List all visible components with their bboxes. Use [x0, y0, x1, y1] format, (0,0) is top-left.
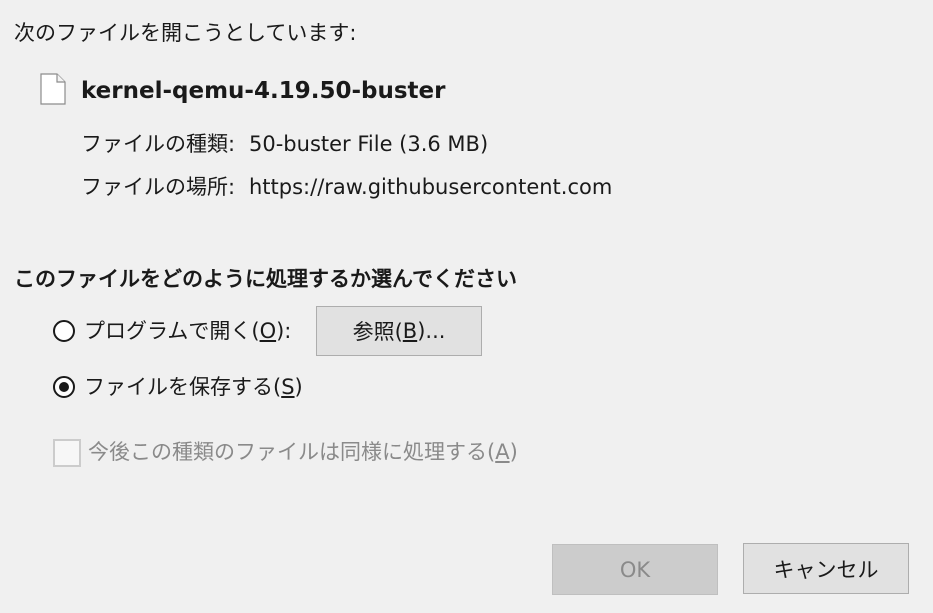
file-source-label: ファイルの場所:: [81, 175, 236, 199]
download-dialog: 次のファイルを開こうとしています: kernel-qemu-4.19.50-bu…: [0, 0, 933, 613]
file-source-value: https://raw.githubusercontent.com: [249, 175, 613, 199]
file-icon: [40, 73, 66, 105]
ok-button[interactable]: OK: [552, 544, 718, 595]
cancel-button[interactable]: キャンセル: [743, 543, 909, 594]
file-type-value: 50-buster File (3.6 MB): [249, 132, 489, 156]
save-file-label[interactable]: ファイルを保存する(S): [84, 372, 303, 402]
action-question: このファイルをどのように処理するか選んでください: [14, 267, 517, 291]
open-with-radio[interactable]: [53, 320, 75, 342]
remember-choice-checkbox[interactable]: [53, 439, 81, 467]
intro-text: 次のファイルを開こうとしています:: [14, 21, 357, 45]
remember-choice-label[interactable]: 今後この種類のファイルは同様に処理する(A): [88, 437, 518, 467]
radio-selected-dot: [59, 382, 69, 392]
save-file-radio[interactable]: [53, 376, 75, 398]
browse-button[interactable]: 参照(B)...: [316, 306, 482, 356]
open-with-label[interactable]: プログラムで開く(O):: [84, 316, 291, 346]
file-type-label: ファイルの種類:: [81, 132, 236, 156]
file-name: kernel-qemu-4.19.50-buster: [81, 78, 446, 104]
